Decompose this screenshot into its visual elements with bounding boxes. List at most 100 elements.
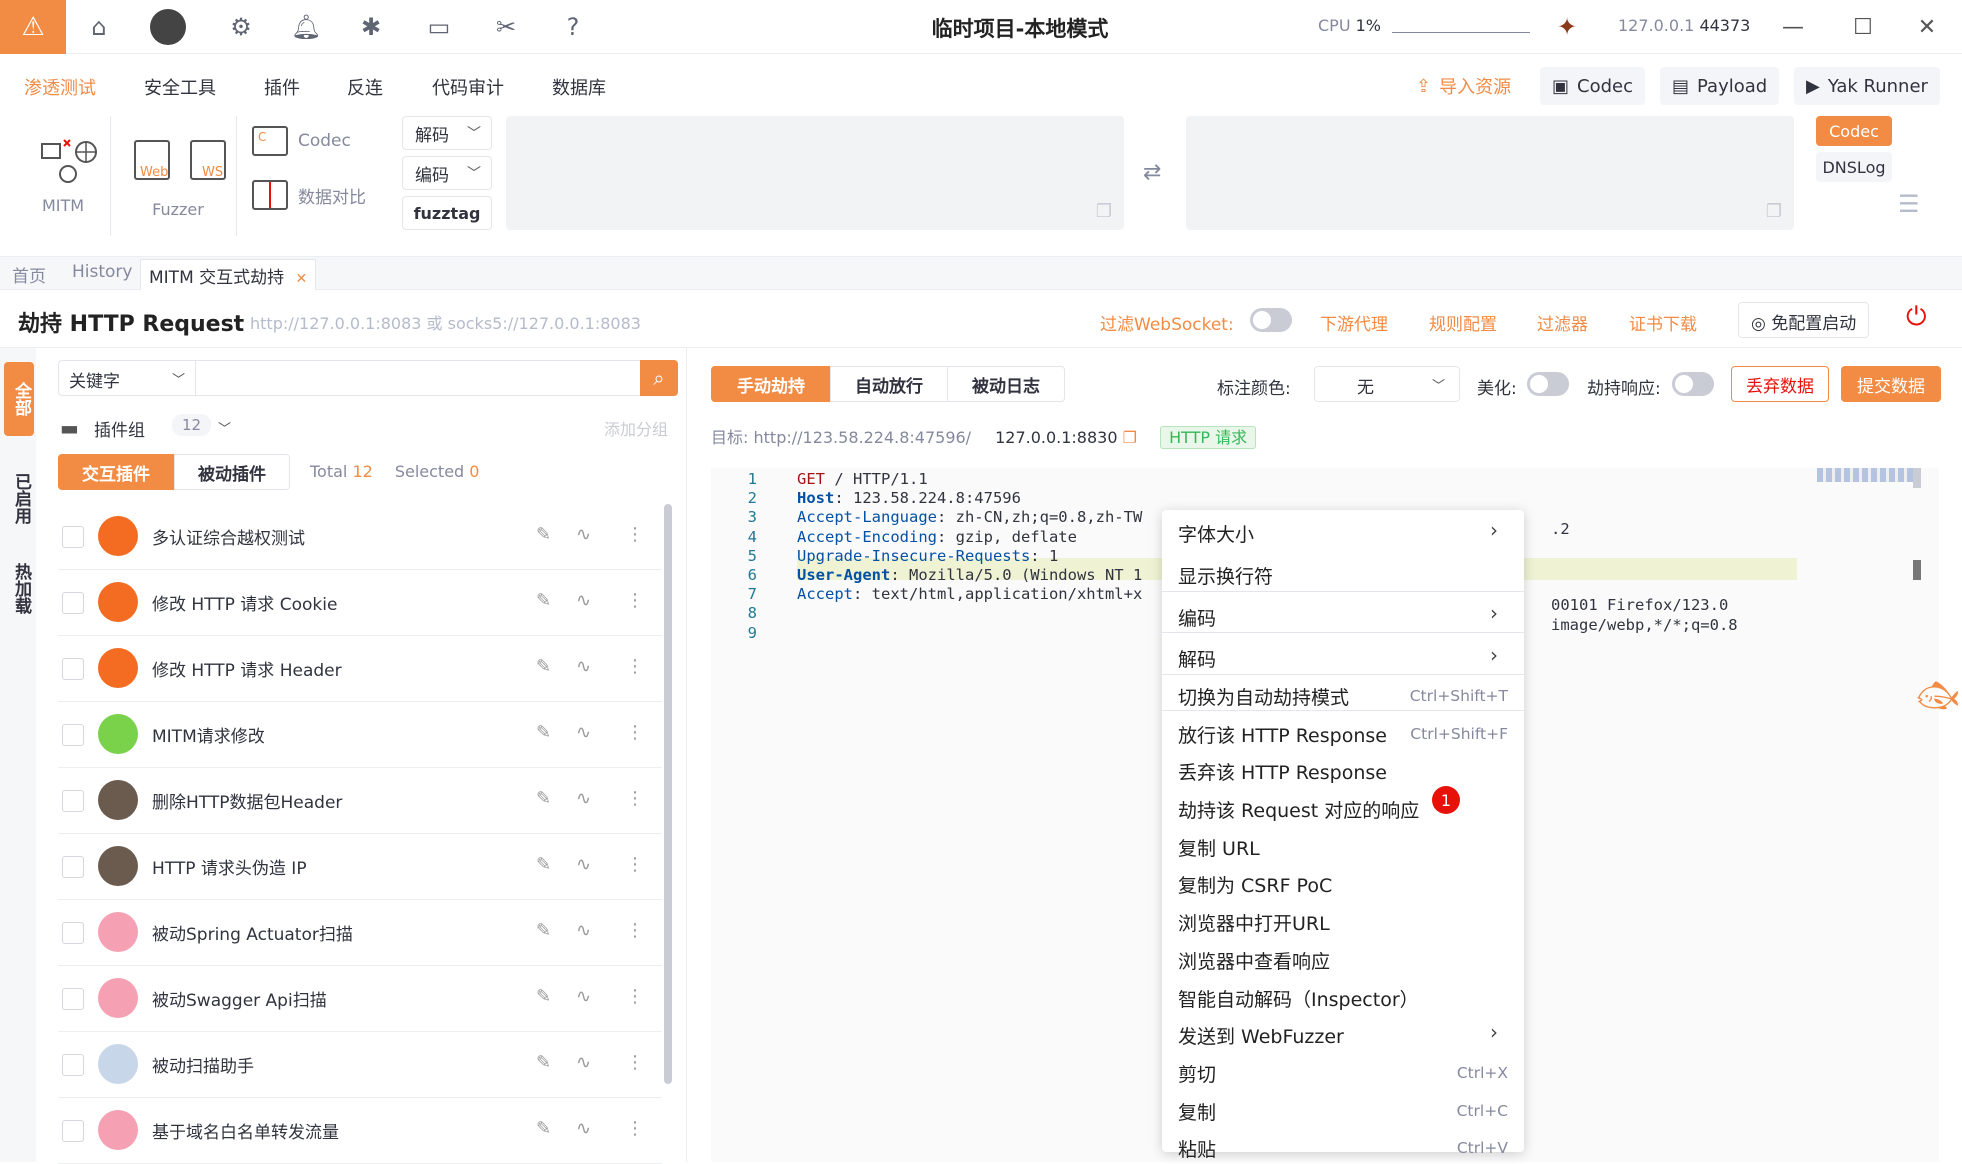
context-menu-item[interactable]: 劫持该 Request 对应的响应 — [1178, 796, 1419, 823]
tab-passive-plugins[interactable]: 被动插件 — [174, 454, 290, 490]
context-menu-item[interactable]: 智能自动解码（Inspector） — [1178, 985, 1419, 1012]
context-menu-item[interactable]: 显示换行符 — [1178, 562, 1273, 589]
minimap[interactable] — [1817, 468, 1913, 482]
hijack-response-toggle[interactable] — [1672, 372, 1714, 396]
downstream-proxy-link[interactable]: 下游代理 — [1320, 310, 1388, 335]
close-icon[interactable]: ✕ — [1910, 10, 1944, 44]
plugin-item[interactable]: MITM请求修改 ✎ ∿ ⋮ — [58, 702, 662, 768]
home-icon[interactable]: ⌂ — [80, 8, 118, 46]
fuzztag-button[interactable]: fuzztag — [402, 196, 492, 230]
edit-icon[interactable]: ✎ — [536, 656, 551, 677]
plugin-item[interactable]: HTTP 请求头伪造 IP ✎ ∿ ⋮ — [58, 834, 662, 900]
payload-button[interactable]: ▤ Payload — [1660, 67, 1780, 105]
codec-top-button[interactable]: ▣ Codec — [1540, 67, 1645, 105]
plugin-checkbox[interactable] — [62, 1120, 84, 1142]
copy-icon[interactable]: ❐ — [1766, 201, 1782, 222]
more-icon[interactable]: ⋮ — [626, 986, 644, 1007]
copy-icon[interactable]: ❐ — [1123, 428, 1137, 447]
more-icon[interactable]: ⋮ — [626, 524, 644, 545]
context-menu-item[interactable]: 解码 — [1178, 645, 1216, 672]
context-menu-item[interactable]: 复制为 CSRF PoC — [1178, 871, 1332, 898]
more-icon[interactable]: ⋮ — [626, 854, 644, 875]
edit-icon[interactable]: ✎ — [536, 524, 551, 545]
menu-code-audit[interactable]: 代码审计 — [432, 74, 504, 100]
vtab-hot-load[interactable]: 热加载 — [4, 538, 34, 638]
menu-plugins[interactable]: 插件 — [264, 74, 300, 100]
dnslog-button[interactable]: DNSLog — [1816, 152, 1892, 182]
copy-icon[interactable]: ❐ — [1096, 201, 1112, 222]
close-icon[interactable]: ✕ — [296, 271, 308, 287]
tab-auto-release[interactable]: 自动放行 — [830, 366, 948, 402]
context-menu-item[interactable]: 编码 — [1178, 604, 1216, 631]
context-menu-item[interactable]: 复制 — [1178, 1098, 1216, 1125]
chevron-down-icon[interactable]: ﹀ — [218, 418, 231, 437]
submit-button[interactable]: 提交数据 — [1841, 366, 1941, 402]
web-fuzzer-tool[interactable]: Web — [128, 140, 176, 180]
plugin-checkbox[interactable] — [62, 988, 84, 1010]
pulse-icon[interactable]: ∿ — [576, 1118, 591, 1139]
add-group-link[interactable]: 添加分组 — [604, 416, 668, 440]
edit-icon[interactable]: ✎ — [536, 788, 551, 809]
edit-icon[interactable]: ✎ — [536, 1118, 551, 1139]
pulse-icon[interactable]: ∿ — [576, 1052, 591, 1073]
pulse-icon[interactable]: ∿ — [576, 920, 591, 941]
plugin-checkbox[interactable] — [62, 790, 84, 812]
pulse-icon[interactable]: ∿ — [576, 590, 591, 611]
plugin-item[interactable]: 修改 HTTP 请求 Header ✎ ∿ ⋮ — [58, 636, 662, 702]
menu-reverse[interactable]: 反连 — [347, 74, 383, 100]
menu-database[interactable]: 数据库 — [552, 74, 606, 100]
plugin-item[interactable]: 被动Spring Actuator扫描 ✎ ∿ ⋮ — [58, 900, 662, 966]
color-select[interactable]: 无 ﹀ — [1314, 366, 1460, 402]
rule-config-link[interactable]: 规则配置 — [1429, 310, 1497, 335]
edit-icon[interactable]: ✎ — [536, 590, 551, 611]
bell-icon[interactable]: 🔔︎ — [287, 8, 325, 46]
bug-icon[interactable]: ✱ — [352, 8, 390, 46]
plugin-checkbox[interactable] — [62, 724, 84, 746]
discard-button[interactable]: 丢弃数据 — [1731, 366, 1829, 402]
pulse-icon[interactable]: ∿ — [576, 854, 591, 875]
scrollbar[interactable] — [1913, 468, 1921, 488]
more-icon[interactable]: ⋮ — [626, 1118, 644, 1139]
beautify-toggle[interactable] — [1527, 372, 1569, 396]
tab-history[interactable]: History — [72, 262, 132, 286]
warning-icon[interactable]: ⚠ — [0, 0, 66, 54]
context-menu-item[interactable]: 丢弃该 HTTP Response — [1178, 758, 1387, 785]
context-menu-item[interactable]: 切换为自动劫持模式 — [1178, 683, 1349, 710]
plugin-checkbox[interactable] — [62, 1054, 84, 1076]
pulse-icon[interactable]: ∿ — [576, 788, 591, 809]
context-menu-item[interactable]: 复制 URL — [1178, 834, 1260, 861]
gear-icon[interactable]: ⚙ — [222, 8, 260, 46]
edit-icon[interactable]: ✎ — [536, 854, 551, 875]
tools-icon[interactable]: ✂ — [487, 8, 525, 46]
plugin-item[interactable]: 基于域名白名单转发流量 ✎ ∿ ⋮ — [58, 1098, 662, 1164]
import-resource-button[interactable]: ⇪ 导入资源 — [1404, 67, 1523, 105]
mitm-tool[interactable]: MITM — [30, 138, 97, 215]
plugin-checkbox[interactable] — [62, 526, 84, 548]
context-menu-item[interactable]: 字体大小 — [1178, 520, 1254, 547]
help-icon[interactable]: ? — [554, 8, 592, 46]
pulse-icon[interactable]: ∿ — [576, 656, 591, 677]
cert-download-link[interactable]: 证书下载 — [1629, 310, 1697, 335]
codec-output-box[interactable]: ❐ — [1186, 116, 1794, 230]
more-icon[interactable]: ⋮ — [626, 1052, 644, 1073]
swap-icon[interactable]: ⇄ — [1143, 160, 1161, 185]
minimize-icon[interactable]: — — [1776, 10, 1810, 44]
codec-tool[interactable]: C Codec — [252, 126, 351, 156]
data-diff-tool[interactable]: 数据对比 — [252, 180, 366, 210]
pulse-icon[interactable]: ∿ — [576, 722, 591, 743]
context-menu-item[interactable]: 发送到 WebFuzzer — [1178, 1022, 1344, 1049]
menu-pentest[interactable]: 渗透测试 — [24, 74, 96, 100]
plugin-checkbox[interactable] — [62, 922, 84, 944]
codec-input-box[interactable]: ❐ — [506, 116, 1124, 230]
edit-icon[interactable]: ✎ — [536, 1052, 551, 1073]
no-config-start-button[interactable]: ◎ 免配置启动 — [1738, 302, 1870, 338]
edit-icon[interactable]: ✎ — [536, 986, 551, 1007]
plugin-checkbox[interactable] — [62, 856, 84, 878]
tab-mitm[interactable]: MITM 交互式劫持 ✕ — [140, 259, 317, 290]
plugin-item[interactable]: 删除HTTP数据包Header ✎ ∿ ⋮ — [58, 768, 662, 834]
terminal-icon[interactable]: ▭ — [420, 8, 458, 46]
context-menu-item[interactable]: 浏览器中打开URL — [1178, 909, 1330, 936]
filter-link[interactable]: 过滤器 — [1537, 310, 1588, 335]
vtab-all[interactable]: 全部 — [4, 362, 34, 436]
websocket-filter-toggle[interactable] — [1250, 308, 1292, 332]
